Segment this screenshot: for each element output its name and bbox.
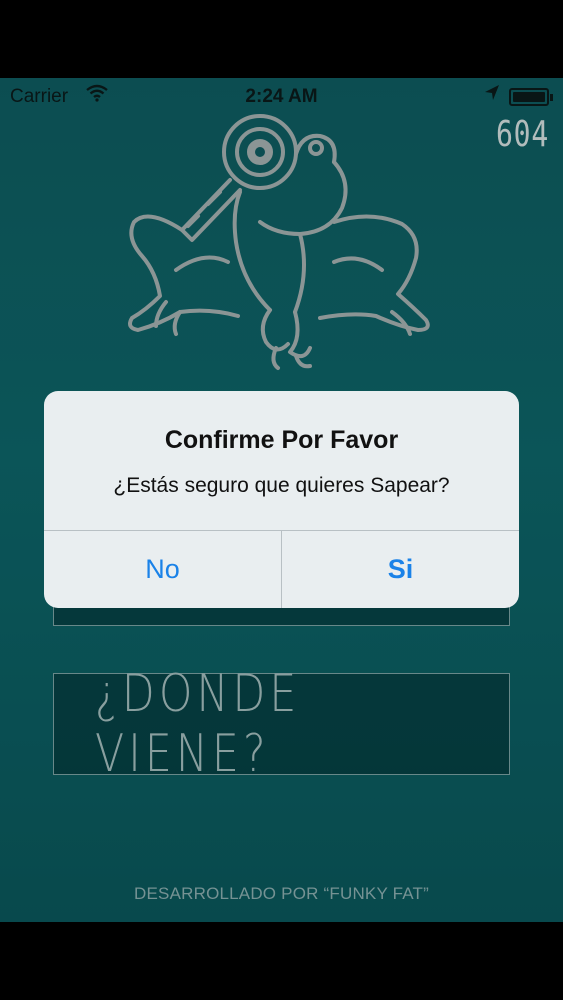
alert-message: ¿Estás seguro que quieres Sapear? <box>113 474 450 497</box>
alert-si-button[interactable]: Si <box>282 531 519 608</box>
app-screen: Carrier 2:24 AM 604 ¿DONDE VIENE? DESARR… <box>0 78 563 922</box>
confirm-alert: Confirme Por Favor ¿Estás seguro que qui… <box>44 391 519 608</box>
alert-no-button[interactable]: No <box>44 531 281 608</box>
alert-title: Confirme Por Favor <box>164 426 399 454</box>
